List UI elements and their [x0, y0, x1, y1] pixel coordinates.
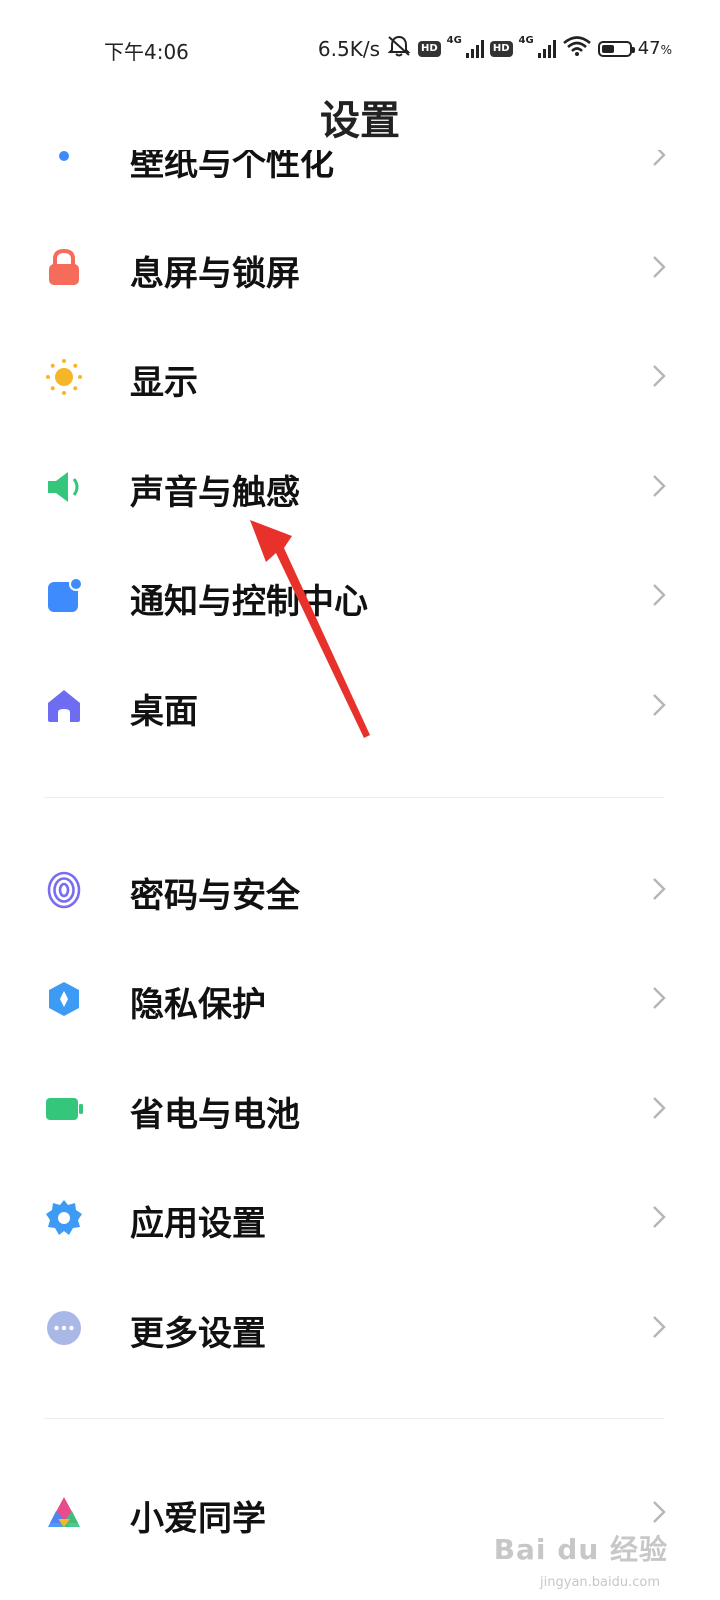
net-type-sim1: 4G: [446, 35, 462, 46]
fingerprint-icon: [44, 870, 84, 910]
settings-item-label: 桌面: [130, 692, 198, 732]
gear-icon: [44, 1198, 84, 1238]
chevron-right-icon: [653, 987, 666, 1009]
privacy-shield-icon: [44, 979, 84, 1019]
chevron-right-icon: [653, 150, 666, 166]
settings-item-label: 息屏与锁屏: [130, 254, 300, 294]
settings-item-label: 应用设置: [130, 1204, 266, 1244]
chevron-right-icon: [653, 584, 666, 606]
settings-item-lock-screen[interactable]: 息屏与锁屏: [0, 218, 720, 318]
group-divider: [44, 1418, 664, 1419]
status-indicators: 6.5K/s HD 4G HD 4G 47%: [318, 34, 672, 63]
net-speed: 6.5K/s: [317, 36, 380, 61]
settings-item-notifications[interactable]: 通知与控制中心: [0, 546, 720, 646]
settings-item-label: 隐私保护: [130, 985, 266, 1025]
chevron-right-icon: [653, 1501, 666, 1523]
chevron-right-icon: [653, 256, 666, 278]
settings-item-app-settings[interactable]: 应用设置: [0, 1168, 720, 1268]
chevron-right-icon: [653, 1206, 666, 1228]
settings-item-display[interactable]: 显示: [0, 327, 720, 427]
settings-item-label: 更多设置: [130, 1314, 266, 1354]
brush-icon: [44, 150, 84, 176]
settings-item-password-security[interactable]: 密码与安全: [0, 840, 720, 940]
settings-item-label: 显示: [130, 363, 198, 403]
more-icon: [44, 1308, 84, 1348]
hd-badge-sim1: HD: [418, 40, 441, 57]
settings-item-label: 声音与触感: [130, 473, 300, 513]
battery-icon: [44, 1089, 84, 1129]
home-icon: [44, 686, 84, 726]
notification-icon: [44, 576, 84, 616]
settings-item-label: 小爱同学: [130, 1499, 266, 1539]
settings-item-wallpaper[interactable]: 壁纸与个性化: [0, 150, 720, 180]
sun-icon: [44, 357, 84, 397]
chevron-right-icon: [653, 475, 666, 497]
settings-item-more-settings[interactable]: 更多设置: [0, 1278, 720, 1378]
status-time: 下午4:06: [104, 40, 189, 64]
wifi-icon: [562, 35, 592, 62]
battery-percent: 47%: [637, 38, 672, 59]
settings-item-sound[interactable]: 声音与触感: [0, 437, 720, 537]
chevron-right-icon: [653, 694, 666, 716]
status-bar: 下午4:06 6.5K/s HD 4G HD 4G 47%: [0, 0, 720, 96]
net-type-sim2: 4G: [518, 35, 534, 46]
hd-badge-sim2: HD: [489, 40, 513, 57]
xiaoai-icon: [44, 1493, 84, 1533]
battery-status-icon: [597, 40, 635, 57]
lock-icon: [44, 248, 84, 288]
page-title: 设置: [320, 98, 400, 144]
battery-fill: [601, 44, 614, 53]
settings-item-home-screen[interactable]: 桌面: [0, 656, 720, 756]
settings-item-battery[interactable]: 省电与电池: [0, 1059, 720, 1159]
signal-sim2-icon: [537, 39, 556, 58]
settings-item-label: 密码与安全: [130, 876, 300, 916]
chevron-right-icon: [653, 878, 666, 900]
chevron-right-icon: [653, 1316, 666, 1338]
chevron-right-icon: [653, 1097, 666, 1119]
settings-item-label: 壁纸与个性化: [130, 150, 334, 180]
clipped-row-container: 壁纸与个性化: [0, 150, 720, 180]
settings-item-label: 通知与控制中心: [130, 582, 368, 622]
settings-item-label: 省电与电池: [130, 1095, 300, 1135]
speaker-icon: [44, 467, 84, 507]
signal-sim1-icon: [465, 39, 484, 58]
chevron-right-icon: [653, 365, 666, 387]
mute-bell-icon: [386, 34, 412, 63]
baidu-watermark-url: jingyan.baidu.com: [540, 1575, 660, 1590]
group-divider: [44, 797, 664, 798]
settings-item-privacy[interactable]: 隐私保护: [0, 949, 720, 1049]
baidu-watermark-logo: Bai du 经验: [493, 1533, 668, 1566]
